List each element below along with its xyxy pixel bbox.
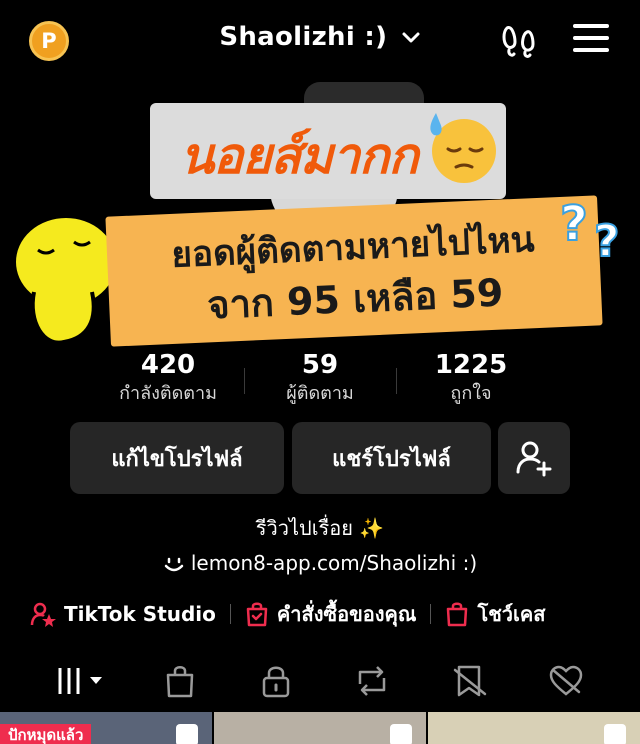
shop-bag-icon xyxy=(166,666,194,698)
content-tabs xyxy=(0,655,640,705)
stat-label: กำลังติดตาม xyxy=(119,383,217,404)
username-label: Shaolizhi :) xyxy=(219,22,388,52)
post-thumbnail[interactable] xyxy=(428,712,640,744)
sweat-face-emoji-icon xyxy=(430,113,496,183)
footprints-icon[interactable] xyxy=(500,22,538,60)
stat-followers[interactable]: 59 ผู้ติดตาม xyxy=(235,350,405,408)
quick-actions: TikTok Studio คำสั่งซื้อของคุณ โชว์เคส xyxy=(30,598,545,630)
tab-liked[interactable] xyxy=(546,663,586,699)
post-thumbnail[interactable]: ปักหมุดแล้ว xyxy=(0,712,212,744)
edit-profile-button[interactable]: แก้ไขโปรไฟล์ xyxy=(70,422,284,494)
tab-grid[interactable] xyxy=(56,663,106,699)
sticker-box: นอยส์มากก xyxy=(150,103,506,199)
stat-value: 1225 xyxy=(434,350,508,380)
profile-cover: นอยส์มากก ยอดผู้ติดตามหายไปไหน จาก 95 เห… xyxy=(0,80,640,350)
link-smile-icon xyxy=(164,557,184,571)
username-switcher[interactable]: Shaolizhi :) xyxy=(0,22,640,52)
stat-following[interactable]: 420 กำลังติดตาม xyxy=(83,350,253,408)
my-orders-link[interactable]: คำสั่งซื้อของคุณ xyxy=(245,598,417,630)
stat-value: 420 xyxy=(140,350,196,380)
stat-label: ถูกใจ xyxy=(450,383,492,404)
action-label: โชว์เคส xyxy=(477,602,546,626)
shopping-bag-check-icon xyxy=(246,602,268,627)
followers-banner: ยอดผู้ติดตามหายไปไหน จาก 95 เหลือ 59 xyxy=(105,195,603,347)
question-marks-icon: ? ? xyxy=(559,195,621,268)
lock-icon xyxy=(262,666,290,698)
action-label: TikTok Studio xyxy=(64,602,216,626)
svg-text:?: ? xyxy=(560,196,588,252)
bio-text: รีวิวไปเรื่อย ✨ xyxy=(255,516,385,540)
top-bar: P Shaolizhi :) xyxy=(0,0,640,80)
profile-stats: 420 กำลังติดตาม 59 ผู้ติดตาม 1225 ถูกใจ xyxy=(0,350,640,410)
share-profile-button[interactable]: แชร์โปรไฟล์ xyxy=(292,422,491,494)
stat-value: 59 xyxy=(301,350,339,380)
person-star-icon xyxy=(30,602,56,627)
bio-link-text: lemon8-app.com/Shaolizhi :) xyxy=(190,551,478,575)
grid-icon xyxy=(58,668,102,694)
liked-icon xyxy=(549,665,583,696)
add-person-icon xyxy=(516,441,552,477)
add-friend-button[interactable] xyxy=(498,422,570,494)
action-divider xyxy=(229,604,231,624)
tab-favorites[interactable] xyxy=(450,663,490,699)
post-thumbnail[interactable] xyxy=(214,712,426,744)
select-checkbox[interactable] xyxy=(604,724,626,744)
tab-private[interactable] xyxy=(256,663,296,699)
tiktok-studio-link[interactable]: TikTok Studio xyxy=(30,601,216,627)
shopping-bag-icon xyxy=(447,602,468,627)
stat-label: ผู้ติดตาม xyxy=(286,383,354,404)
menu-icon[interactable] xyxy=(573,24,609,54)
chevron-down-icon xyxy=(402,32,420,42)
select-checkbox[interactable] xyxy=(176,724,198,744)
action-label: คำสั่งซื้อของคุณ xyxy=(276,602,417,626)
favorites-icon xyxy=(453,665,487,697)
bio-link[interactable]: lemon8-app.com/Shaolizhi :) xyxy=(0,551,640,575)
sticker-text: นอยส์มากก xyxy=(180,127,419,185)
select-checkbox[interactable] xyxy=(390,724,412,744)
stat-likes[interactable]: 1225 ถูกใจ xyxy=(386,350,556,408)
tab-shop[interactable] xyxy=(160,663,200,699)
action-divider xyxy=(430,604,432,624)
tab-reposts[interactable] xyxy=(352,663,392,699)
svg-text:?: ? xyxy=(594,216,620,267)
showcase-link[interactable]: โชว์เคส xyxy=(445,598,545,630)
pinned-badge: ปักหมุดแล้ว xyxy=(0,724,92,744)
repost-icon xyxy=(358,666,386,696)
